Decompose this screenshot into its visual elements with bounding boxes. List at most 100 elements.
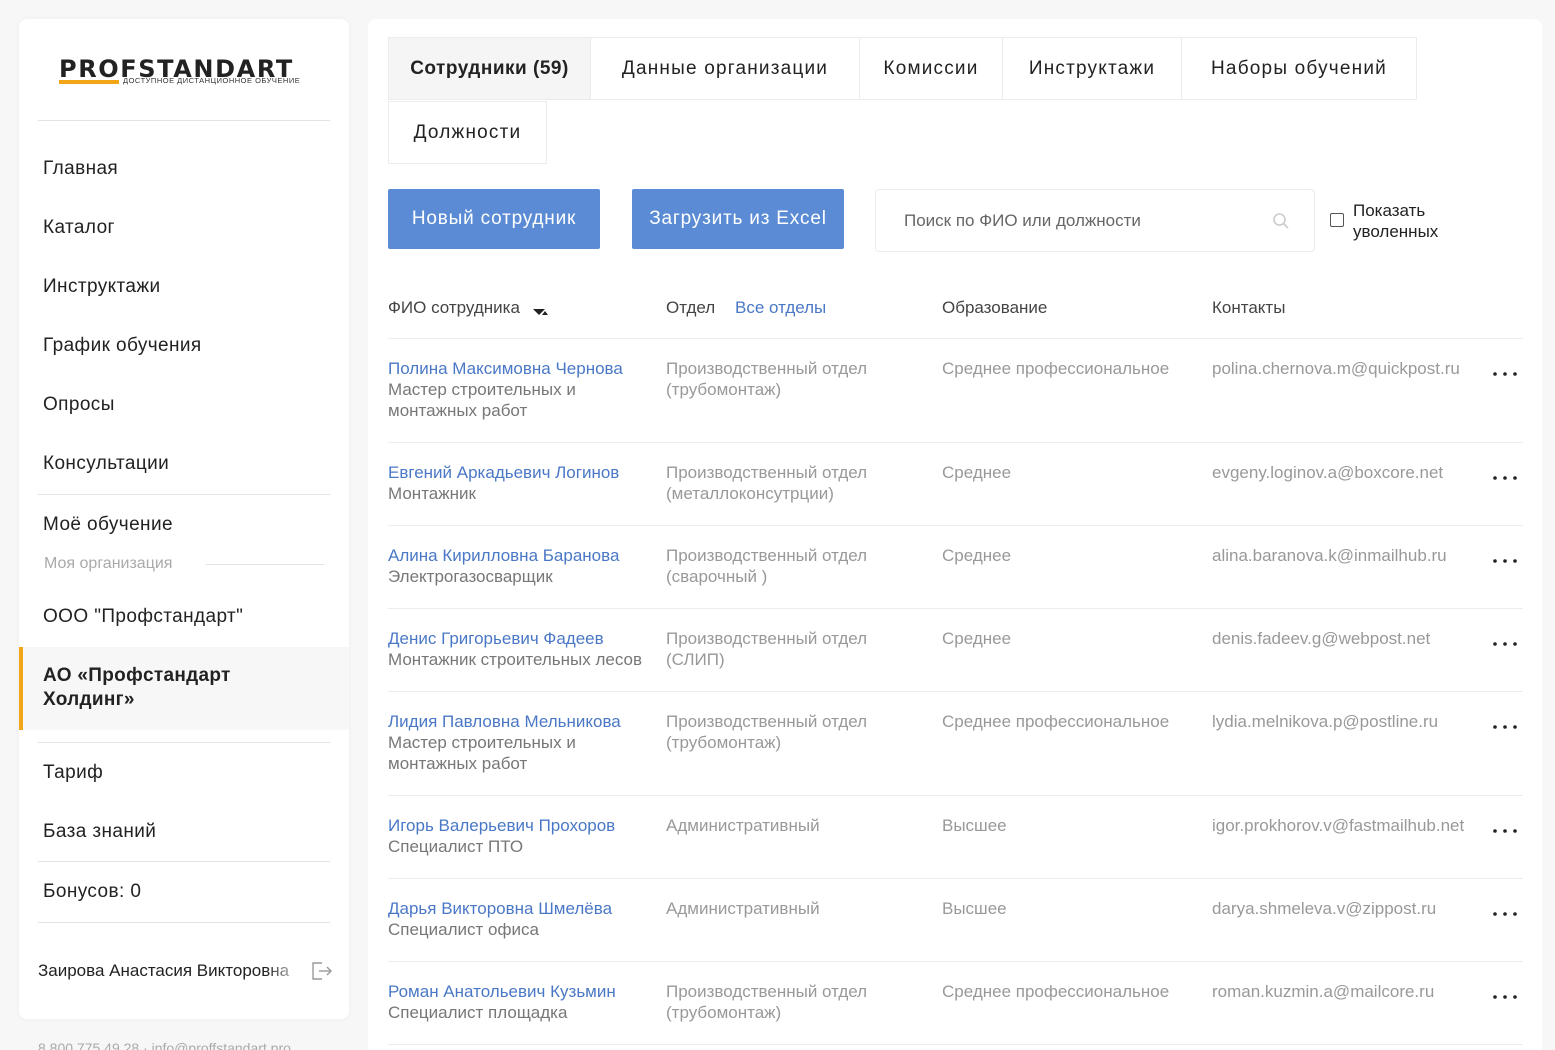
my-org-label: Моя организация [44, 555, 173, 572]
header-name[interactable]: ФИО сотрудника [388, 298, 520, 318]
row-menu-icon[interactable] [1491, 470, 1521, 484]
nav-briefings[interactable]: Инструктажи [43, 276, 161, 298]
divider [388, 1044, 1523, 1045]
row-menu-icon[interactable] [1491, 989, 1521, 1003]
employee-email: denis.fadeev.g@webpost.net [1212, 629, 1431, 648]
employee-education: Высшее [942, 816, 1007, 835]
row-menu-icon[interactable] [1491, 719, 1521, 733]
employee-email: evgeny.loginov.a@boxcore.net [1212, 463, 1444, 482]
employee-position: Специалист офиса [388, 920, 539, 939]
search-input[interactable] [904, 190, 1274, 251]
employee-name-link[interactable]: Игорь Валерьевич Прохоров [388, 815, 658, 836]
tab-org-data[interactable]: Данные организации [590, 37, 860, 100]
header-education: Образование [942, 298, 1048, 317]
employee-position: Монтажник строительных лесов [388, 650, 642, 669]
show-fired-label[interactable]: Показать уволенных [1353, 200, 1473, 242]
header-contacts: Контакты [1212, 298, 1286, 317]
employee-name-link[interactable]: Денис Григорьевич Фадеев [388, 628, 668, 649]
tab-commissions[interactable]: Комиссии [859, 37, 1003, 100]
divider [38, 861, 330, 862]
employee-name-link[interactable]: Евгений Аркадьевич Логинов [388, 462, 658, 483]
user-name[interactable]: Заирова Анастасия Викторовна [38, 961, 306, 981]
tab-briefings[interactable]: Инструктажи [1002, 37, 1182, 100]
sort-icon[interactable] [533, 304, 549, 315]
logo-tagline: доступное дистанционное обучение [123, 76, 301, 85]
nav-surveys[interactable]: Опросы [43, 394, 115, 416]
footer-contacts[interactable]: 8 800 775 49 28 · info@proffstandart.pro [38, 1040, 291, 1050]
department-filter-link[interactable]: Все отделы [735, 298, 826, 318]
divider [38, 922, 330, 923]
employee-position: Специалист ПТО [388, 837, 524, 856]
employee-email: polina.chernova.m@quickpost.ru [1212, 359, 1460, 378]
employee-education: Высшее [942, 899, 1007, 918]
employee-education: Среднее профессиональное [942, 359, 1170, 378]
nav-org-holding-label: АО «Профстандарт Холдинг» [43, 665, 231, 710]
row-menu-icon[interactable] [1491, 366, 1521, 380]
employee-position: Мастер строительных и монтажных работ [388, 733, 576, 773]
tab-positions[interactable]: Должности [388, 101, 547, 164]
logo[interactable]: PROFSTANDART доступное дистанционное обу… [59, 57, 311, 97]
divider [388, 608, 1523, 609]
employee-education: Среднее [942, 629, 1012, 648]
employee-name-link[interactable]: Дарья Викторовна Шмелёва [388, 898, 658, 919]
employee-name-link[interactable]: Полина Максимовна Чернова [388, 358, 658, 379]
employee-department: Производственный отдел (сварочный ) [666, 546, 868, 586]
new-employee-button[interactable]: Новый сотрудник [388, 189, 600, 249]
sidebar: PROFSTANDART доступное дистанционное обу… [19, 19, 349, 1019]
employee-education: Среднее профессиональное [942, 712, 1170, 731]
divider [38, 120, 330, 121]
employee-email: igor.prokhorov.v@fastmailhub.net [1212, 816, 1465, 835]
show-fired-checkbox[interactable] [1330, 213, 1344, 227]
employee-position: Электрогазосварщик [388, 567, 553, 586]
header-department: Отдел [666, 298, 716, 317]
employee-department: Производственный отдел (металлоконсутрци… [666, 463, 868, 503]
divider [388, 961, 1523, 962]
employee-education: Среднее [942, 463, 1012, 482]
employee-position: Мастер строительных и монтажных работ [388, 380, 576, 420]
nav-org-holding-active[interactable]: АО «Профстандарт Холдинг» [19, 647, 349, 730]
logout-icon[interactable] [309, 959, 333, 983]
nav-schedule[interactable]: График обучения [43, 335, 202, 357]
divider [206, 564, 324, 565]
nav-home[interactable]: Главная [43, 158, 118, 180]
row-menu-icon[interactable] [1491, 553, 1521, 567]
employee-department: Производственный отдел (трубомонтаж) [666, 712, 868, 752]
nav-my-learning[interactable]: Моё обучение [43, 514, 173, 536]
nav-knowledge-base[interactable]: База знаний [43, 821, 156, 843]
nav-tariff[interactable]: Тариф [43, 762, 103, 784]
divider [388, 795, 1523, 796]
employee-department: Производственный отдел (СЛИП) [666, 629, 868, 669]
logo-accent-bar [59, 80, 119, 84]
employee-department: Административный [666, 816, 820, 835]
tab-training-sets[interactable]: Наборы обучений [1181, 37, 1417, 100]
employee-department: Административный [666, 899, 820, 918]
employee-email: darya.shmeleva.v@zippost.ru [1212, 899, 1437, 918]
employee-education: Среднее профессиональное [942, 982, 1170, 1001]
row-menu-icon[interactable] [1491, 636, 1521, 650]
nav-consultations[interactable]: Консультации [43, 453, 169, 475]
tab-employees[interactable]: Сотрудники (59) [388, 37, 591, 100]
divider [388, 691, 1523, 692]
employee-name-link[interactable]: Роман Анатольевич Кузьмин [388, 981, 658, 1002]
employee-name-link[interactable]: Лидия Павловна Мельникова [388, 711, 658, 732]
employee-position: Монтажник [388, 484, 476, 503]
divider [388, 338, 1523, 339]
search-icon[interactable] [1272, 212, 1290, 230]
divider [38, 742, 330, 743]
nav-bonuses[interactable]: Бонусов: 0 [43, 881, 141, 903]
upload-excel-button[interactable]: Загрузить из Excel [632, 189, 844, 249]
employee-department: Производственный отдел (трубомонтаж) [666, 982, 868, 1022]
employee-position: Специалист площадка [388, 1003, 568, 1022]
divider [388, 878, 1523, 879]
employee-email: alina.baranova.k@inmailhub.ru [1212, 546, 1447, 565]
employee-email: roman.kuzmin.a@mailcore.ru [1212, 982, 1435, 1001]
nav-catalog[interactable]: Каталог [43, 217, 115, 239]
divider [388, 525, 1523, 526]
nav-org-profstandart[interactable]: ООО "Профстандарт" [43, 606, 243, 628]
employee-email: lydia.melnikova.p@postline.ru [1212, 712, 1439, 731]
row-menu-icon[interactable] [1491, 823, 1521, 837]
employee-name-link[interactable]: Алина Кирилловна Баранова [388, 545, 658, 566]
divider [388, 442, 1523, 443]
employee-department: Производственный отдел (трубомонтаж) [666, 359, 868, 399]
row-menu-icon[interactable] [1491, 906, 1521, 920]
